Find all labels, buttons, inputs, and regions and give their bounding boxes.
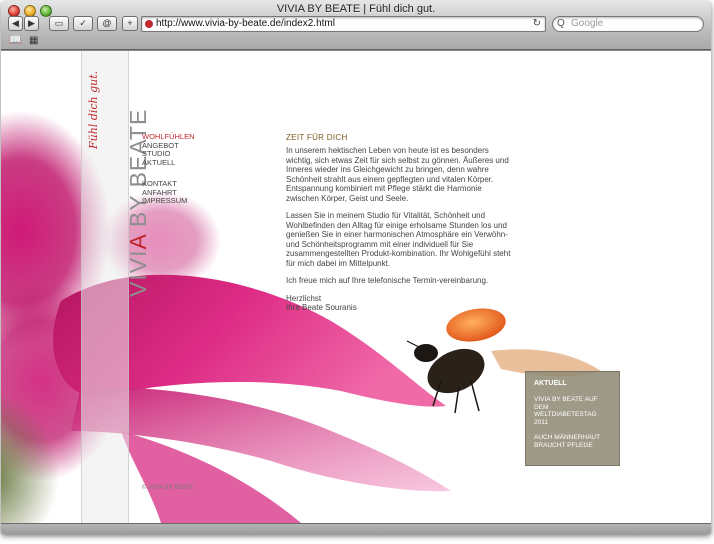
news-box: AKTUELL VIVIA BY BEATE AUF DEM WELTDIABE…	[525, 371, 620, 466]
plus-icon: +	[127, 18, 133, 28]
content-heading: ZEIT FÜR DICH	[286, 133, 348, 142]
main-content: ZEIT FÜR DICH In unserem hektischen Lebe…	[286, 133, 511, 321]
content-paragraph-1: In unserem hektischen Leben von heute is…	[286, 146, 509, 203]
logo-text-a: VIVI	[125, 249, 151, 297]
browser-window: VIVIA BY BEATE | Fühl dich gut. ◀ ▶ ▭ ✓ …	[1, 1, 711, 534]
content-paragraph-3: Ich freue mich auf Ihre telefonische Ter…	[286, 276, 489, 285]
page-viewport: VIVIA BY BEATE Fühl dich gut. WOHLFÜHLEN…	[1, 51, 711, 523]
nav-item-impressum[interactable]: IMPRESSUM	[142, 196, 195, 206]
back-button[interactable]: ◀	[8, 16, 23, 31]
logo-tagline: Fühl dich gut.	[87, 70, 100, 149]
title-bar: VIVIA BY BEATE | Fühl dich gut. ◀ ▶ ▭ ✓ …	[1, 1, 711, 50]
forward-icon: ▶	[28, 18, 35, 28]
signoff-greeting: Herzlichst	[286, 293, 322, 303]
status-bar	[1, 523, 711, 534]
signoff-name: Ihre Beate Souranis	[286, 303, 357, 312]
favicon-icon	[145, 20, 153, 28]
window-title: VIVIA BY BEATE | Fühl dich gut.	[276, 3, 436, 15]
add-bookmark-button[interactable]: +	[122, 16, 138, 31]
main-navigation: WOHLFÜHLEN ANGEBOT STUDIO AKTUELL KONTAK…	[142, 132, 195, 206]
check-button[interactable]: ✓	[73, 16, 93, 31]
screen-icon: ▭	[54, 18, 64, 28]
at-button[interactable]: @	[97, 16, 117, 31]
bookmarks-icon[interactable]: 📖	[9, 35, 21, 46]
at-icon: @	[102, 18, 112, 28]
url-text: http://www.vivia-by-beate.de/index2.html	[156, 18, 335, 29]
search-icon: Q	[557, 18, 565, 29]
reload-icon[interactable]: ↻	[533, 18, 541, 29]
search-input[interactable]: Q Google	[552, 16, 704, 32]
copyright-text: © VIVIA BY BEATE	[142, 485, 194, 491]
content-signoff: Herzlichst Ihre Beate Souranis	[286, 294, 511, 313]
search-placeholder: Google	[571, 18, 604, 29]
screen-button[interactable]: ▭	[49, 16, 69, 31]
news-item-weltdiabetestag[interactable]: VIVIA BY BEATE AUF DEM WELTDIABETESTAG 2…	[534, 396, 611, 426]
logo-accent-letter: A	[125, 234, 151, 250]
address-bar[interactable]: http://www.vivia-by-beate.de/index2.html…	[141, 16, 546, 32]
back-icon: ◀	[12, 18, 19, 28]
check-icon: ✓	[79, 18, 87, 28]
grid-icon[interactable]: ▦	[29, 35, 38, 46]
forward-button[interactable]: ▶	[24, 16, 39, 31]
news-item-maennerhaut[interactable]: AUCH MÄNNERHAUT BRAUCHT PFLEGE	[534, 434, 611, 449]
content-paragraph-2: Lassen Sie in meinem Studio für Vitalitä…	[286, 211, 511, 268]
nav-item-aktuell[interactable]: AKTUELL	[142, 158, 195, 168]
news-heading: AKTUELL	[534, 380, 567, 387]
